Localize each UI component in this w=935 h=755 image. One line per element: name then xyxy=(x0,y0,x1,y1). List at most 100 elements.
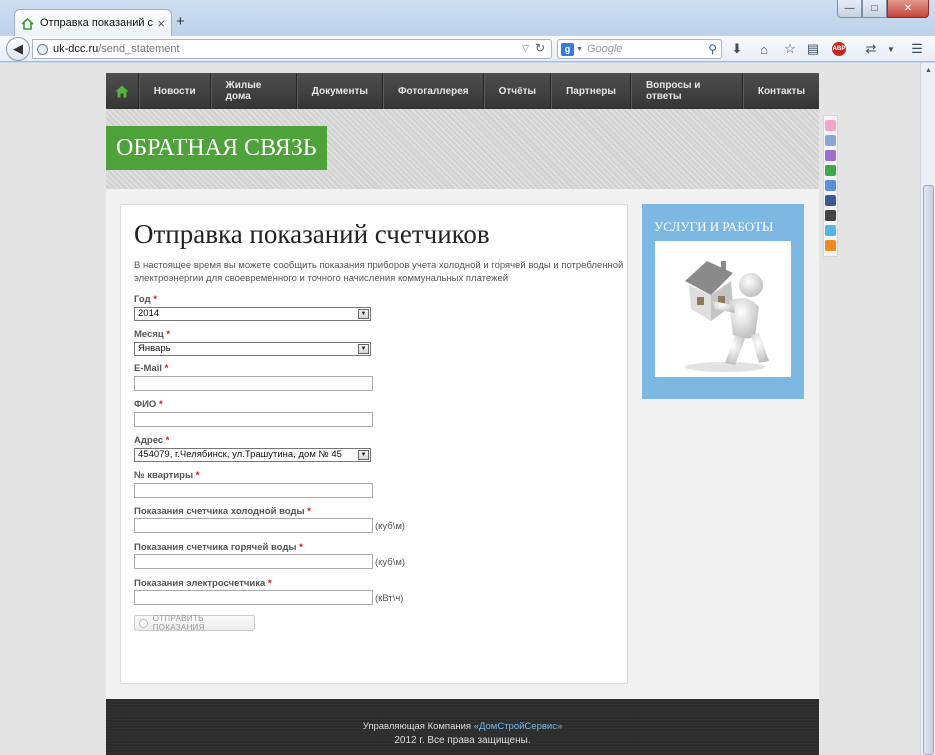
addon-dropdown-icon[interactable]: ▼ xyxy=(882,40,900,58)
google-icon[interactable]: g xyxy=(561,42,574,56)
bookmark-service-icon[interactable] xyxy=(825,180,836,191)
download-icon[interactable]: ⬇ xyxy=(728,40,746,58)
page-scrollbar[interactable]: ▲ xyxy=(920,63,935,755)
cold-water-unit: (куб\м) xyxy=(375,521,406,532)
intro-text: В настоящее время вы можете сообщить пок… xyxy=(134,260,624,284)
services-image[interactable] xyxy=(655,241,791,377)
nav-item-partners[interactable]: Партнеры xyxy=(551,73,631,109)
page-banner: ОБРАТНАЯ СВЯЗЬ xyxy=(106,109,819,189)
search-placeholder: Google xyxy=(586,43,623,55)
back-button[interactable]: ◀ xyxy=(6,37,30,61)
nav-item-reports[interactable]: Отчёты xyxy=(483,73,552,109)
electricity-label: Показания электросчетчика * xyxy=(134,578,272,589)
cold-water-field[interactable] xyxy=(134,518,373,533)
maximize-button[interactable]: □ xyxy=(862,0,887,18)
nav-item-houses[interactable]: Жилые дома xyxy=(210,73,297,109)
hot-water-field[interactable] xyxy=(134,554,373,569)
browser-toolbar: ◀ uk-dcc.ru/send_statement ▽ ↻ g ▼ Googl… xyxy=(0,36,935,62)
minimize-button[interactable]: — xyxy=(837,0,862,18)
statement-form-card: Отправка показаний счетчиков В настоящее… xyxy=(120,204,628,684)
twitter-icon[interactable] xyxy=(825,225,836,236)
cold-water-label: Показания счетчика холодной воды * xyxy=(134,506,311,517)
yahoo-icon[interactable] xyxy=(825,150,836,161)
email-field[interactable] xyxy=(134,376,373,391)
flickr-icon[interactable] xyxy=(825,120,836,131)
electricity-unit: (кВт\ч) xyxy=(375,593,404,604)
email-label: E-Mail * xyxy=(134,363,169,374)
nav-item-contacts[interactable]: Контакты xyxy=(742,73,819,109)
footer-copyright: 2012 г. Все права защищены. xyxy=(394,735,531,746)
page-viewport: Новости Жилые дома Документы Фотогаллере… xyxy=(0,63,920,755)
submit-button[interactable]: ОТПРАВИТЬ ПОКАЗАНИЯ xyxy=(134,614,255,632)
required-mark: * xyxy=(164,363,169,374)
required-mark: * xyxy=(158,399,163,410)
nav-home-button[interactable] xyxy=(106,73,139,109)
nav-item-documents[interactable]: Документы xyxy=(296,73,383,109)
apartment-label: № квартиры * xyxy=(134,470,200,481)
address-label: Адрес * xyxy=(134,435,170,446)
man-carrying-house-illustration xyxy=(685,261,769,372)
nav-item-faq[interactable]: Вопросы и ответы xyxy=(630,73,743,109)
address-select[interactable]: 454079, г.Челябинск, ул.Трашутина, дом №… xyxy=(134,448,371,462)
history-dropdown-icon[interactable]: ▽ xyxy=(522,43,529,54)
chat-icon[interactable] xyxy=(825,165,836,176)
hot-water-unit: (куб\м) xyxy=(375,557,406,568)
submit-label: ОТПРАВИТЬ ПОКАЗАНИЯ xyxy=(152,614,205,632)
submit-icon xyxy=(139,618,148,628)
browser-tab[interactable]: Отправка показаний счет... × xyxy=(14,9,172,36)
chevron-down-icon[interactable]: ▼ xyxy=(358,450,369,460)
share-icon[interactable] xyxy=(825,135,836,146)
nav-item-news[interactable]: Новости xyxy=(138,73,211,109)
scrollbar-thumb[interactable] xyxy=(923,185,934,755)
required-mark: * xyxy=(153,294,157,305)
home-favicon-icon xyxy=(21,17,34,30)
year-value: 2014 xyxy=(138,308,160,319)
delicious-icon[interactable] xyxy=(825,210,836,221)
year-select[interactable]: 2014 ▼ xyxy=(134,307,371,321)
apartment-field[interactable] xyxy=(134,483,373,498)
url-host: uk-dcc.ru xyxy=(53,43,99,55)
footer-company-link[interactable]: «ДомСтройСервис» xyxy=(474,721,563,732)
engine-dropdown-icon[interactable]: ▼ xyxy=(576,46,583,53)
adblock-icon[interactable]: ABP xyxy=(830,40,848,58)
footer-company: Управляющая Компания «ДомСтройСервис» xyxy=(362,721,563,732)
electricity-field[interactable] xyxy=(134,590,373,605)
site-navigation: Новости Жилые дома Документы Фотогаллере… xyxy=(106,73,819,109)
banner-title: ОБРАТНАЯ СВЯЗЬ xyxy=(106,126,327,170)
chevron-down-icon[interactable]: ▼ xyxy=(358,309,369,319)
addon-icon[interactable]: ⇄ xyxy=(862,40,880,58)
required-mark: * xyxy=(267,578,272,589)
required-mark: * xyxy=(299,542,303,553)
window-controls: — □ ✕ xyxy=(837,0,929,18)
required-mark: * xyxy=(307,506,311,517)
required-mark: * xyxy=(166,329,171,340)
nav-item-gallery[interactable]: Фотогаллерея xyxy=(382,73,484,109)
home-icon[interactable]: ⌂ xyxy=(755,40,773,58)
address-bar[interactable]: uk-dcc.ru/send_statement ▽ ↻ xyxy=(32,39,552,59)
browser-titlebar: Отправка показаний счет... × + — □ ✕ xyxy=(0,0,935,36)
url-path: /send_statement xyxy=(98,43,180,55)
page-title: Отправка показаний счетчиков xyxy=(134,219,490,249)
globe-icon xyxy=(37,43,48,55)
scroll-up-icon[interactable]: ▲ xyxy=(923,65,934,76)
chevron-down-icon[interactable]: ▼ xyxy=(358,344,369,354)
bookmarks-list-icon[interactable]: ▤ xyxy=(804,40,822,58)
search-bar[interactable]: g ▼ Google ⚲ xyxy=(557,39,722,59)
month-select[interactable]: Январь ▼ xyxy=(134,342,371,356)
facebook-icon[interactable] xyxy=(825,195,836,206)
rss-icon[interactable] xyxy=(825,240,836,251)
arrow-left-icon: ◀ xyxy=(13,41,23,56)
services-sidebar: УСЛУГИ И РАБОТЫ xyxy=(642,204,804,399)
menu-icon[interactable]: ☰ xyxy=(908,40,926,58)
required-mark: * xyxy=(195,470,200,481)
close-window-button[interactable]: ✕ xyxy=(887,0,929,18)
month-value: Январь xyxy=(138,343,171,354)
bookmark-star-icon[interactable]: ☆ xyxy=(781,40,799,58)
reload-icon[interactable]: ↻ xyxy=(535,41,545,55)
fio-field[interactable] xyxy=(134,412,373,427)
new-tab-button[interactable]: + xyxy=(176,13,185,30)
search-icon[interactable]: ⚲ xyxy=(708,42,717,56)
address-value: 454079, г.Челябинск, ул.Трашутина, дом №… xyxy=(138,449,342,460)
tab-close-icon[interactable]: × xyxy=(157,16,165,31)
home-icon xyxy=(115,85,129,97)
